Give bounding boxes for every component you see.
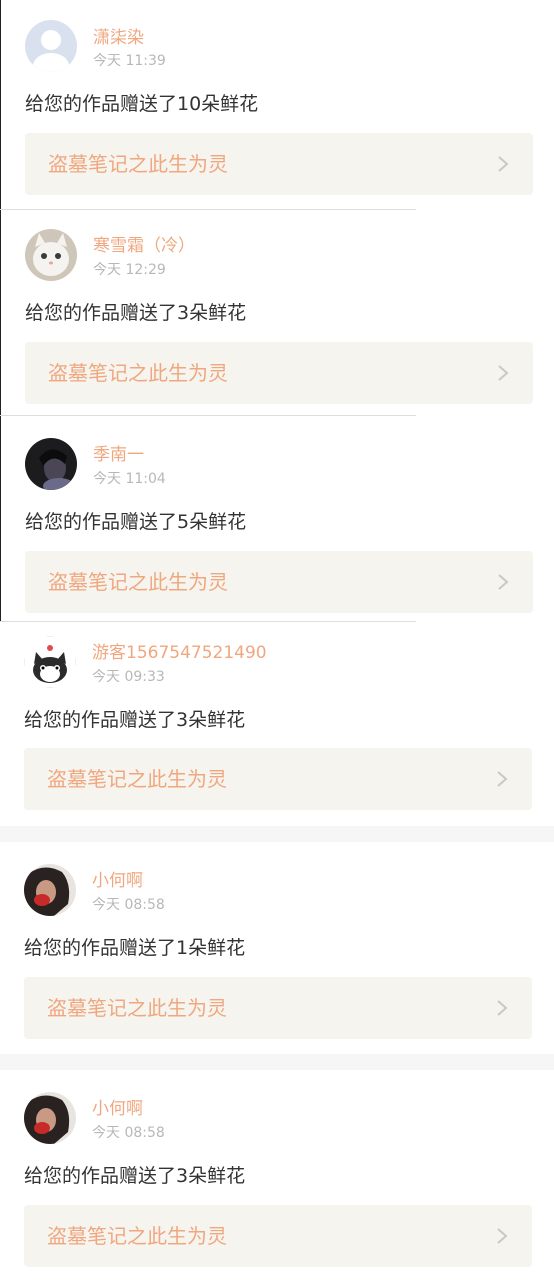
timestamp: 今天 08:58 <box>92 1125 165 1141</box>
work-link-button[interactable]: 盗墓笔记之此生为灵 <box>25 342 533 404</box>
user-name[interactable]: 小何啊 <box>92 1099 143 1119</box>
gift-message: 给您的作品赠送了3朵鲜花 <box>24 709 246 731</box>
notification-card: 潇柒染 今天 11:39 给您的作品赠送了10朵鲜花 盗墓笔记之此生为灵 <box>0 0 554 210</box>
gift-message: 给您的作品赠送了3朵鲜花 <box>24 1165 246 1187</box>
chevron-right-icon <box>497 1000 508 1016</box>
user-name[interactable]: 游客1567547521490 <box>92 643 267 663</box>
default-avatar-icon <box>25 20 77 72</box>
photo-avatar-icon <box>24 864 76 916</box>
avatar[interactable] <box>25 438 77 490</box>
notification-card: 游客1567547521490 今天 09:33 给您的作品赠送了3朵鲜花 盗墓… <box>0 622 554 826</box>
chevron-right-icon <box>498 365 509 381</box>
section-gap <box>0 826 554 842</box>
timestamp: 今天 11:39 <box>93 53 166 69</box>
section-gap <box>0 1054 554 1070</box>
user-name[interactable]: 寒雪霜（冷） <box>93 236 195 256</box>
chevron-right-icon <box>498 574 509 590</box>
avatar[interactable] <box>25 20 77 72</box>
chevron-right-icon <box>498 156 509 172</box>
gift-message: 给您的作品赠送了10朵鲜花 <box>25 93 259 115</box>
work-link-button[interactable]: 盗墓笔记之此生为灵 <box>24 748 532 810</box>
timestamp: 今天 08:58 <box>92 897 165 913</box>
gift-message: 给您的作品赠送了3朵鲜花 <box>25 302 247 324</box>
avatar[interactable] <box>24 864 76 916</box>
chevron-right-icon <box>497 771 508 787</box>
work-link-button[interactable]: 盗墓笔记之此生为灵 <box>25 551 533 613</box>
work-title: 盗墓笔记之此生为灵 <box>47 1224 227 1248</box>
work-title: 盗墓笔记之此生为灵 <box>48 361 228 385</box>
avatar[interactable] <box>25 229 77 281</box>
user-name[interactable]: 潇柒染 <box>93 28 144 48</box>
gift-message: 给您的作品赠送了5朵鲜花 <box>25 511 247 533</box>
avatar[interactable] <box>24 1092 76 1144</box>
notification-card: 季南一 今天 11:04 给您的作品赠送了5朵鲜花 盗墓笔记之此生为灵 <box>0 416 554 621</box>
timestamp: 今天 11:04 <box>93 471 166 487</box>
timestamp: 今天 09:33 <box>92 669 165 685</box>
white-cat-avatar-icon <box>25 229 77 281</box>
user-name[interactable]: 季南一 <box>93 445 144 465</box>
avatar[interactable] <box>24 636 76 688</box>
work-link-button[interactable]: 盗墓笔记之此生为灵 <box>25 133 533 195</box>
notification-card: 小何啊 今天 08:58 给您的作品赠送了3朵鲜花 盗墓笔记之此生为灵 <box>0 1070 554 1280</box>
photo-avatar-icon <box>24 1092 76 1144</box>
work-link-button[interactable]: 盗墓笔记之此生为灵 <box>24 977 532 1039</box>
work-link-button[interactable]: 盗墓笔记之此生为灵 <box>24 1205 532 1267</box>
work-title: 盗墓笔记之此生为灵 <box>47 996 227 1020</box>
notification-card: 寒雪霜（冷） 今天 12:29 给您的作品赠送了3朵鲜花 盗墓笔记之此生为灵 <box>0 210 554 415</box>
work-title: 盗墓笔记之此生为灵 <box>47 767 227 791</box>
notification-card: 小何啊 今天 08:58 给您的作品赠送了1朵鲜花 盗墓笔记之此生为灵 <box>0 842 554 1054</box>
dark-portrait-avatar-icon <box>25 438 77 490</box>
work-title: 盗墓笔记之此生为灵 <box>48 152 228 176</box>
work-title: 盗墓笔记之此生为灵 <box>48 570 228 594</box>
timestamp: 今天 12:29 <box>93 262 166 278</box>
user-name[interactable]: 小何啊 <box>92 871 143 891</box>
chevron-right-icon <box>497 1228 508 1244</box>
gift-message: 给您的作品赠送了1朵鲜花 <box>24 937 246 959</box>
cartoon-cat-avatar-icon <box>24 636 76 688</box>
